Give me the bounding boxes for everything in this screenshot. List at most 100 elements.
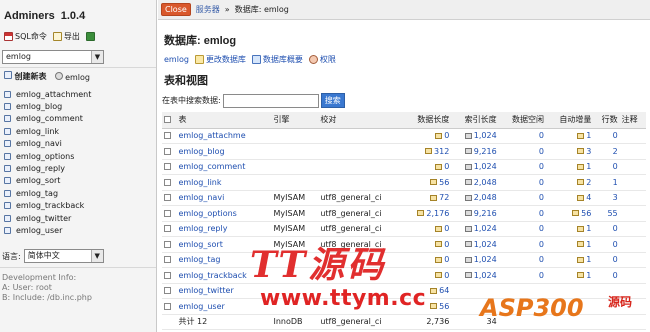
sidebar-table-item[interactable]: emlog_link (4, 125, 91, 137)
index-length-cell[interactable]: 1,024 (451, 221, 499, 237)
database-schema-link[interactable]: 数据库概要 (251, 54, 303, 65)
row-select-cell[interactable] (162, 205, 177, 222)
index-length-cell[interactable]: 1,024 (451, 236, 499, 253)
row-select-cell[interactable] (162, 283, 177, 299)
row-checkbox[interactable] (164, 225, 171, 233)
data-length-cell[interactable]: 0 (403, 159, 452, 175)
data-length-cell[interactable]: 56 (403, 174, 452, 191)
auto-increment-cell[interactable]: 1 (546, 159, 594, 175)
row-checkbox[interactable] (164, 132, 171, 140)
row-select-cell[interactable] (162, 267, 177, 284)
row-select-cell[interactable] (162, 128, 177, 144)
column-header[interactable]: 注释 (619, 112, 646, 129)
sidebar-table-item[interactable]: emlog_twitter (4, 212, 91, 224)
auto-increment-cell[interactable]: 4 (546, 190, 594, 206)
sql-command-link[interactable]: SQL命令 (4, 31, 47, 42)
row-select-cell[interactable] (162, 252, 177, 268)
row-count-cell[interactable]: 2 (593, 143, 620, 160)
row-checkbox[interactable] (164, 256, 171, 264)
select-all-cell[interactable] (162, 112, 177, 129)
index-length-cell[interactable]: 2,048 (451, 174, 499, 191)
export-link[interactable]: 导出 (52, 31, 80, 42)
auto-increment-cell[interactable]: 1 (546, 128, 594, 144)
row-count-cell[interactable]: 0 (593, 221, 620, 237)
index-length-cell[interactable]: 9,216 (451, 205, 499, 222)
auto-increment-cell[interactable]: 3 (546, 143, 594, 160)
table-name-link[interactable]: emlog_link (176, 174, 272, 191)
data-length-cell[interactable]: 2,176 (403, 205, 452, 222)
table-name-link[interactable]: emlog_options (176, 205, 272, 222)
row-select-cell[interactable] (162, 190, 177, 206)
index-length-cell[interactable]: 9,216 (451, 143, 499, 160)
breadcrumb-server[interactable]: 服务器 (196, 4, 220, 15)
index-length-cell[interactable]: 1,024 (451, 252, 499, 268)
search-input[interactable] (222, 93, 319, 108)
row-count-cell[interactable]: 0 (593, 267, 620, 284)
sidebar-table-item[interactable]: emlog_tag (4, 187, 91, 199)
data-length-cell[interactable]: 0 (403, 221, 452, 237)
data-length-cell[interactable]: 0 (403, 252, 452, 268)
column-header[interactable]: 数据空闲 (498, 112, 547, 129)
row-checkbox[interactable] (164, 209, 171, 217)
table-name-link[interactable]: emlog_comment (176, 159, 272, 175)
alter-database-link[interactable]: 更改数据库 (194, 54, 246, 65)
row-count-cell[interactable]: 0 (593, 128, 620, 144)
database-name-link[interactable]: emlog (164, 55, 189, 64)
table-name-link[interactable]: emlog_reply (176, 221, 272, 237)
row-checkbox[interactable] (164, 163, 171, 171)
data-length-cell[interactable]: 72 (403, 190, 452, 206)
privileges-link[interactable]: 权限 (308, 54, 336, 65)
table-name-link[interactable]: emlog_user (176, 298, 272, 315)
data-length-cell[interactable]: 0 (403, 236, 452, 253)
row-select-cell[interactable] (162, 298, 177, 315)
row-checkbox[interactable] (164, 147, 171, 155)
sidebar-table-item[interactable]: emlog_trackback (4, 200, 91, 212)
index-length-cell[interactable]: 1,024 (451, 128, 499, 144)
auto-increment-cell[interactable]: 1 (546, 267, 594, 284)
column-header[interactable]: 自动增量 (546, 112, 594, 129)
row-checkbox[interactable] (164, 240, 171, 248)
search-button[interactable]: 搜索 (320, 93, 345, 108)
data-length-cell[interactable]: 312 (403, 143, 452, 160)
column-header[interactable]: 数据长度 (403, 112, 452, 129)
sidebar-table-item[interactable]: emlog_options (4, 150, 91, 162)
database-select[interactable]: emlog ▼ (2, 50, 104, 64)
column-header[interactable]: 表 (176, 112, 272, 129)
select-all-checkbox[interactable] (164, 116, 171, 124)
sidebar-table-item[interactable]: emlog_blog (4, 100, 91, 112)
data-length-cell[interactable]: 0 (403, 128, 452, 144)
index-length-cell[interactable]: 1,024 (451, 267, 499, 284)
sidebar-table-item[interactable]: emlog_sort (4, 175, 91, 187)
row-checkbox[interactable] (164, 178, 171, 186)
row-select-cell[interactable] (162, 221, 177, 237)
column-header[interactable]: 索引长度 (451, 112, 499, 129)
row-checkbox[interactable] (164, 194, 171, 202)
table-name-link[interactable]: emlog_attachme (176, 128, 272, 144)
row-count-cell[interactable]: 1 (593, 174, 620, 191)
row-count-cell[interactable]: 0 (593, 236, 620, 253)
row-count-cell[interactable]: 3 (593, 190, 620, 206)
sidebar-table-item[interactable]: emlog_attachment (4, 88, 91, 100)
auto-increment-cell[interactable]: 56 (546, 205, 594, 222)
row-checkbox[interactable] (164, 271, 171, 279)
sidebar-table-item[interactable]: emlog_comment (4, 113, 91, 125)
table-name-link[interactable]: emlog_navi (176, 190, 272, 206)
column-header[interactable]: 行数 (593, 112, 620, 129)
auto-increment-cell[interactable]: 1 (546, 221, 594, 237)
row-count-cell[interactable]: 55 (593, 205, 620, 222)
close-button[interactable]: Close (161, 3, 191, 16)
row-count-cell[interactable]: 0 (593, 159, 620, 175)
row-count-cell[interactable]: 0 (593, 252, 620, 268)
sidebar-table-item[interactable]: emlog_navi (4, 138, 91, 150)
row-select-cell[interactable] (162, 159, 177, 175)
data-length-cell[interactable]: 0 (403, 267, 452, 284)
column-header[interactable]: 校对 (318, 112, 404, 129)
sidebar-table-item[interactable]: emlog_user (4, 224, 91, 236)
app-name[interactable]: Adminers (4, 10, 55, 22)
language-select[interactable]: 简体中文 ▼ (23, 249, 104, 263)
row-checkbox[interactable] (164, 287, 171, 295)
index-length-cell[interactable]: 2,048 (451, 190, 499, 206)
auto-increment-cell[interactable]: 1 (546, 236, 594, 253)
auto-increment-cell[interactable]: 1 (546, 252, 594, 268)
sidebar-table-item[interactable]: emlog_reply (4, 162, 91, 174)
